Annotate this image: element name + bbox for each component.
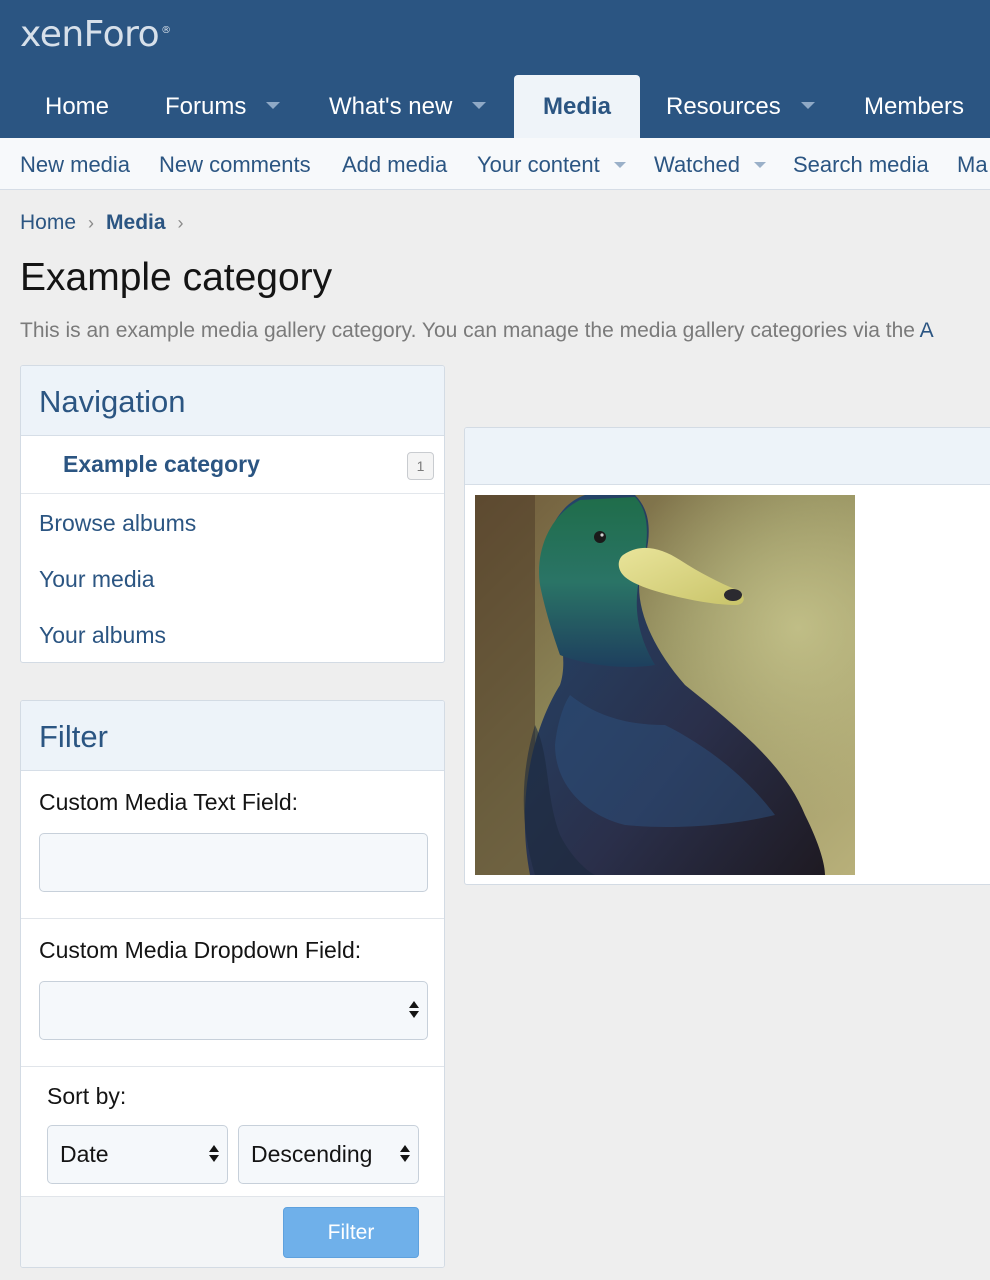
logo-text: xenForo (20, 14, 160, 55)
filter-title: Filter (21, 701, 444, 771)
filter-footer: Filter (21, 1196, 444, 1267)
media-grid (464, 427, 990, 885)
logo-registered-mark: ® (161, 25, 171, 36)
sort-field-value: Date (60, 1141, 109, 1167)
nav-home[interactable]: Home (45, 75, 109, 138)
page-description-text: This is an example media gallery categor… (20, 319, 920, 342)
category-item[interactable]: Example category 1 (21, 436, 444, 494)
your-media-link[interactable]: Your media (39, 566, 155, 593)
subnav-new-comments-label: New comments (159, 152, 311, 177)
divider (21, 1066, 444, 1067)
sort-field-select[interactable]: Date (47, 1125, 228, 1184)
site-logo[interactable]: xenForo ® (20, 14, 171, 55)
navigation-block: Navigation Example category 1 Browse alb… (20, 365, 445, 663)
dropdown-field-label: Custom Media Dropdown Field: (39, 937, 362, 963)
custom-dropdown-select[interactable] (39, 981, 428, 1040)
sub-nav: New media New comments Add media Your co… (0, 138, 990, 190)
chevron-down-icon[interactable] (613, 161, 626, 168)
browse-albums-link[interactable]: Browse albums (39, 510, 196, 537)
subnav-new-media[interactable]: New media (20, 138, 130, 192)
subnav-search-media[interactable]: Search media (793, 138, 929, 192)
filter-button[interactable]: Filter (283, 1207, 419, 1258)
nav-media-label: Media (542, 93, 611, 120)
category-count-badge: 1 (407, 452, 434, 480)
nav-whats-new-label: What's new (329, 93, 453, 120)
nav-forums[interactable]: Forums (165, 75, 281, 138)
nav-members-label: Members (864, 93, 965, 120)
main-nav: Home Forums What's new Media Resources M… (0, 75, 990, 138)
breadcrumb-media[interactable]: Media (106, 211, 166, 234)
select-arrows-icon (209, 1145, 219, 1165)
page-title: Example category (20, 256, 333, 299)
divider (21, 918, 444, 919)
category-item-label[interactable]: Example category (63, 451, 260, 478)
nav-media[interactable]: Media (514, 75, 640, 138)
chevron-down-icon[interactable] (800, 102, 815, 110)
subnav-your-content-label: Your content (477, 152, 600, 177)
filter-block: Filter Custom Media Text Field: Custom M… (20, 700, 445, 1268)
your-albums-link[interactable]: Your albums (39, 622, 166, 649)
subnav-add-media[interactable]: Add media (342, 138, 447, 192)
nav-resources[interactable]: Resources (666, 75, 815, 138)
site-header: xenForo ® Home Forums What's new Media Re… (0, 0, 990, 138)
subnav-add-media-label: Add media (342, 152, 448, 177)
custom-text-field-input[interactable] (39, 833, 428, 892)
sort-direction-select[interactable]: Descending (238, 1125, 419, 1184)
chevron-right-icon: › (177, 213, 184, 233)
nav-members[interactable]: Members (864, 75, 964, 138)
chevron-down-icon[interactable] (266, 102, 281, 110)
subnav-your-content[interactable]: Your content (477, 138, 626, 192)
nav-forums-label: Forums (165, 93, 247, 120)
subnav-new-media-label: New media (20, 152, 131, 177)
subnav-new-comments[interactable]: New comments (159, 138, 311, 192)
select-arrows-icon (409, 1001, 419, 1021)
nav-whats-new[interactable]: What's new (329, 75, 487, 138)
subnav-manage-label: Ma (957, 152, 988, 177)
nav-home-label: Home (45, 93, 110, 120)
page-description: This is an example media gallery categor… (20, 319, 990, 343)
chevron-down-icon[interactable] (754, 161, 767, 168)
sort-by-label: Sort by: (47, 1083, 127, 1109)
text-field-label: Custom Media Text Field: (39, 789, 299, 815)
media-grid-header (465, 428, 990, 485)
page-description-link[interactable]: A (920, 319, 934, 342)
select-arrows-icon (400, 1145, 410, 1165)
breadcrumb: Home › Media › (20, 211, 196, 235)
subnav-search-media-label: Search media (793, 152, 929, 177)
subnav-manage[interactable]: Ma (957, 138, 988, 192)
navigation-title: Navigation (21, 366, 444, 436)
chevron-right-icon: › (88, 213, 95, 233)
duck-photo-icon[interactable] (475, 495, 855, 875)
media-thumbnail (475, 495, 855, 875)
nav-resources-label: Resources (666, 93, 781, 120)
chevron-down-icon[interactable] (472, 102, 487, 110)
subnav-watched[interactable]: Watched (654, 138, 767, 192)
breadcrumb-home[interactable]: Home (20, 211, 76, 234)
subnav-watched-label: Watched (654, 152, 741, 177)
sort-direction-value: Descending (251, 1141, 373, 1167)
